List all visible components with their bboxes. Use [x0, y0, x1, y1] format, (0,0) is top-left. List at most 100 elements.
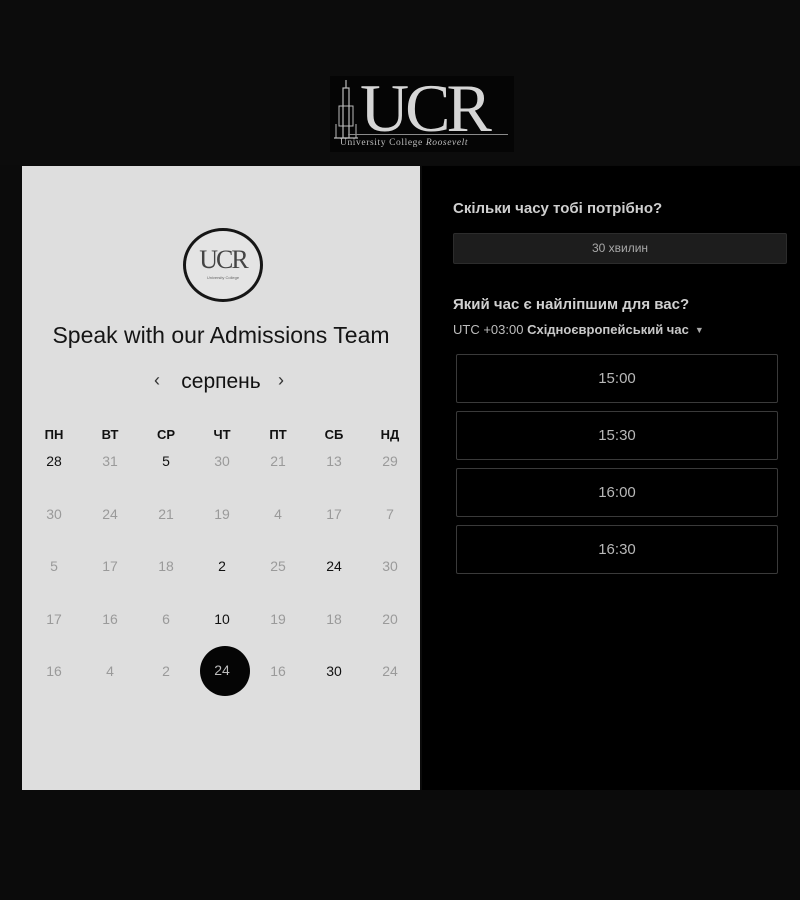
timezone-offset: UTC +03:00 [453, 322, 528, 337]
calendar-day: 16 [250, 656, 306, 709]
calendar-week-row: 30 24 21 19 4 17 7 [26, 499, 418, 552]
ucr-logo: UCR University College Roosevelt [330, 70, 514, 152]
calendar-day-number: 7 [386, 505, 394, 522]
calendar-day-number: 16 [102, 610, 118, 627]
calendar-day-selected[interactable]: 24 [194, 646, 250, 709]
logo-subtitle-regular: University College [340, 138, 426, 148]
current-month: серпень [181, 370, 261, 393]
calendar-day-number: 29 [382, 453, 398, 469]
calendar-day-number: 30 [46, 505, 62, 522]
calendar-day: 13 [306, 446, 362, 499]
calendar-day: 30 [194, 446, 250, 499]
booking-panel: Скільки часу тобі потрібно? 30 хвилин Як… [422, 166, 800, 790]
calendar-day: 31 [82, 446, 138, 499]
calendar-weeks: 28 31 5 30 21 13 29 30 24 21 19 4 17 7 5 17 18 2 25 24 30 17 1… [26, 446, 418, 709]
calendar-day-number: 20 [382, 610, 398, 627]
calendar-day: 19 [250, 604, 306, 657]
time-slot-list: 15:00 15:30 16:00 16:30 [456, 354, 778, 582]
timezone-select[interactable]: UTC +03:00 Східноєвропейський час ▼ [453, 322, 704, 337]
calendar-day-number: 10 [214, 610, 230, 627]
tower-icon [334, 80, 358, 139]
calendar-day-number: 24 [214, 662, 230, 678]
calendar-day: 30 [26, 499, 82, 552]
calendar-day-number: 17 [102, 558, 118, 574]
weekday-label: ЧТ [213, 427, 231, 442]
badge-wordmark: UCR [199, 245, 248, 274]
badge-subtitle: University College [206, 275, 240, 280]
calendar-day-number: 16 [270, 663, 286, 679]
logo-subtitle: University College Roosevelt [340, 138, 512, 148]
calendar-day: 16 [82, 604, 138, 657]
calendar-day-number: 18 [158, 558, 174, 574]
calendar-day-number: 5 [162, 453, 170, 469]
calendar-grid: ПН ВТ СР ЧТ ПТ СБ НД 28 31 5 30 21 13 29 30 24 21 19 4 17 7… [26, 424, 418, 709]
calendar-day[interactable]: 5 [138, 446, 194, 499]
weekday-header: ПН ВТ СР ЧТ ПТ СБ НД [26, 424, 418, 446]
timezone-name: Східноєвропейський час [527, 322, 689, 337]
calendar-panel: UCR University College Speak with our Ad… [22, 166, 420, 790]
duration-question: Скільки часу тобі потрібно? [453, 200, 663, 217]
calendar-day-number: 18 [326, 610, 342, 627]
calendar-day: 30 [362, 551, 418, 604]
calendar-day-number: 31 [102, 453, 118, 469]
calendar-week-row: 28 31 5 30 21 13 29 [26, 446, 418, 499]
calendar-day-number: 24 [382, 663, 398, 679]
calendar-day-number: 19 [214, 505, 230, 522]
calendar-day-number: 25 [270, 558, 286, 574]
calendar-week-row: 5 17 18 2 25 24 30 [26, 551, 418, 604]
calendar-day-number: 21 [158, 505, 174, 522]
logo-rule [348, 134, 508, 135]
calendar-day-number: 5 [50, 558, 58, 574]
calendar-day: 24 [362, 656, 418, 709]
calendar-day-number: 28 [46, 453, 62, 469]
calendar-day[interactable]: 24 [306, 551, 362, 604]
calendar-day: 24 [82, 499, 138, 552]
calendar-day[interactable]: 2 [194, 551, 250, 604]
calendar-day: 20 [362, 604, 418, 657]
calendar-day-number: 17 [46, 610, 62, 627]
weekday-label: СР [156, 427, 176, 442]
page: UCR University College Roosevelt UCR Uni… [0, 0, 800, 900]
calendar-day: 16 [26, 656, 82, 709]
page-title: Speak with our Admissions Team [52, 322, 390, 348]
ucr-badge-logo: UCR University College [183, 228, 263, 302]
chevron-right-icon[interactable]: › [278, 370, 284, 391]
weekday-label: СБ [324, 427, 344, 442]
time-slot-button[interactable]: 15:30 [456, 411, 778, 460]
calendar-day-number: 21 [270, 453, 286, 469]
calendar-day-number: 30 [214, 453, 230, 469]
month-navigation: ‹ серпень › [22, 368, 420, 396]
time-slot-button[interactable]: 16:30 [456, 525, 778, 574]
calendar-day: 21 [138, 499, 194, 552]
calendar-day-number: 24 [326, 558, 342, 574]
calendar-day: 17 [82, 551, 138, 604]
weekday-label: ВТ [101, 427, 119, 442]
calendar-day-number: 4 [274, 505, 282, 522]
calendar-day: 19 [194, 499, 250, 552]
calendar-day-number: 30 [382, 558, 398, 574]
calendar-day: 18 [306, 604, 362, 657]
calendar-day: 4 [82, 656, 138, 709]
calendar-day-number: 4 [106, 663, 114, 679]
calendar-day: 4 [250, 499, 306, 552]
calendar-day: 25 [250, 551, 306, 604]
calendar-day: 17 [306, 499, 362, 552]
time-slot-button[interactable]: 16:00 [456, 468, 778, 517]
calendar-day: 6 [138, 604, 194, 657]
calendar-day[interactable]: 30 [306, 656, 362, 709]
calendar-day-number: 16 [46, 663, 62, 679]
calendar-day[interactable]: 28 [26, 446, 82, 499]
time-slot-button[interactable]: 15:00 [456, 354, 778, 403]
calendar-day: 18 [138, 551, 194, 604]
calendar-day-number: 30 [326, 663, 342, 679]
calendar-day-number: 24 [102, 505, 118, 522]
weekday-label: НД [380, 427, 400, 442]
weekday-label: ПН [44, 427, 64, 442]
calendar-day: 17 [26, 604, 82, 657]
calendar-day: 29 [362, 446, 418, 499]
duration-select[interactable]: 30 хвилин [453, 233, 787, 264]
time-question: Який час є найліпшим для вас? [453, 296, 690, 313]
logo-subtitle-italic: Roosevelt [425, 138, 469, 148]
calendar-day: 7 [362, 499, 418, 552]
calendar-day: 2 [138, 656, 194, 709]
